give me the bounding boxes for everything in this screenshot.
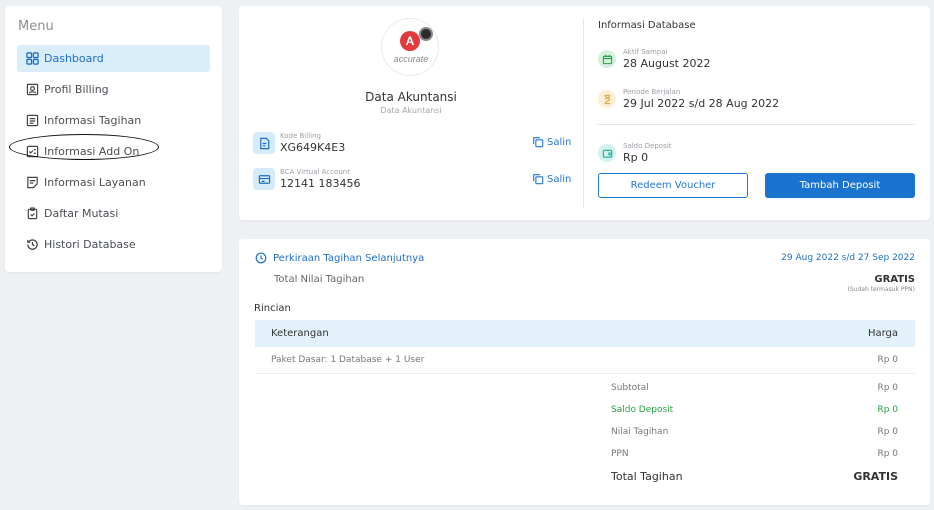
period-row: Periode Berjalan 29 Jul 2022 s/d 28 Aug … [598, 88, 779, 110]
sidebar-item-label: Daftar Mutasi [44, 207, 119, 220]
details-table-header: Keterangan Harga [255, 320, 915, 347]
database-info-title: Informasi Database [598, 20, 696, 31]
billing-estimate-title: Perkiraan Tagihan Selanjutnya [273, 252, 425, 264]
clipboard-icon [26, 207, 39, 220]
sidebar-item-informasi-add-on[interactable]: Informasi Add On [9, 134, 210, 165]
invoice-icon [26, 114, 39, 127]
menu-title: Menu [18, 19, 54, 34]
summary-total: Total Tagihan GRATIS [611, 470, 898, 483]
sidebar-item-label: Dashboard [44, 52, 104, 65]
billing-code-row: Kode Billing XG649K4E3 [253, 132, 345, 154]
calendar-icon [598, 50, 616, 68]
add-deposit-button[interactable]: Tambah Deposit [765, 173, 915, 198]
database-subtitle: Data Akuntansi [380, 106, 442, 115]
horizontal-divider [597, 124, 915, 125]
sidebar-item-label: Informasi Add On [44, 145, 140, 158]
sidebar-item-label: Profil Billing [44, 83, 109, 96]
summary-subtotal: Subtotal Rp 0 [611, 383, 898, 393]
sidebar-menu: Menu Dashboard Profil Billing Informasi … [5, 6, 222, 272]
deposit-value: Rp 0 [623, 151, 649, 164]
period-label: Periode Berjalan [623, 88, 681, 96]
active-until-value: 28 August 2022 [623, 57, 711, 70]
copy-icon [533, 174, 544, 185]
billing-estimate-period: 29 Aug 2022 s/d 27 Sep 2022 [781, 253, 915, 263]
wallet-icon [598, 144, 616, 162]
deposit-label: Saldo Deposit [623, 142, 672, 150]
sidebar-item-histori-database[interactable]: Histori Database [17, 231, 210, 258]
billing-code-value: XG649K4E3 [280, 141, 346, 154]
summary-ppn: PPN Rp 0 [611, 449, 898, 459]
addon-checklist-icon [26, 145, 39, 158]
hourglass-icon [598, 90, 616, 108]
card-icon [253, 168, 275, 190]
column-price: Harga [867, 328, 898, 339]
sidebar-item-label: Informasi Layanan [44, 176, 146, 189]
history-icon [26, 238, 39, 251]
details-label: Rincian [254, 303, 291, 314]
total-bill-value: GRATIS [874, 274, 915, 285]
column-description: Keterangan [271, 328, 329, 339]
accurate-logo: A accurate [381, 18, 439, 76]
row-description: Paket Dasar: 1 Database + 1 User [271, 355, 425, 365]
copy-va-button[interactable]: Salin [532, 173, 571, 185]
table-row: Paket Dasar: 1 Database + 1 User Rp 0 [255, 347, 915, 374]
va-label: BCA Virtual Account [280, 168, 350, 176]
billing-estimate-card: Perkiraan Tagihan Selanjutnya 29 Aug 202… [239, 239, 930, 505]
billing-code-label: Kode Billing [280, 132, 321, 140]
dashboard-icon [26, 52, 39, 65]
sidebar-item-label: Histori Database [44, 238, 136, 251]
summary-bill-value: Nilai Tagihan Rp 0 [611, 427, 898, 437]
billing-code-icon [253, 132, 275, 154]
database-name: Data Akuntansi [365, 90, 457, 104]
sidebar-item-label: Informasi Tagihan [44, 114, 142, 127]
logo-mark: A [400, 31, 420, 51]
vertical-divider [583, 18, 584, 208]
copy-icon [533, 137, 544, 148]
redeem-voucher-button[interactable]: Redeem Voucher [598, 173, 748, 198]
total-bill-note: (Sudah termasuk PPN) [847, 286, 915, 293]
sidebar-item-dashboard[interactable]: Dashboard [17, 45, 210, 72]
logo-badge-icon [419, 27, 433, 41]
active-until-row: Aktif Sampai 28 August 2022 [598, 48, 710, 70]
virtual-account-row: BCA Virtual Account 12141 183456 [253, 168, 360, 190]
total-bill-label: Total Nilai Tagihan [274, 274, 365, 285]
profile-card-icon [26, 83, 39, 96]
active-until-label: Aktif Sampai [623, 48, 668, 56]
sidebar-item-informasi-tagihan[interactable]: Informasi Tagihan [17, 107, 210, 134]
deposit-row: Saldo Deposit Rp 0 [598, 142, 671, 164]
copy-billing-code-button[interactable]: Salin [532, 136, 571, 148]
account-info-card: A accurate Data Akuntansi Data Akuntansi… [239, 6, 930, 220]
sidebar-item-daftar-mutasi[interactable]: Daftar Mutasi [17, 200, 210, 227]
period-value: 29 Jul 2022 s/d 28 Aug 2022 [623, 97, 780, 110]
sidebar-item-profil-billing[interactable]: Profil Billing [17, 76, 210, 103]
va-value: 12141 183456 [280, 177, 361, 190]
service-doc-icon [26, 176, 39, 189]
row-price: Rp 0 [877, 355, 898, 365]
clock-icon [255, 252, 267, 264]
sidebar-item-informasi-layanan[interactable]: Informasi Layanan [17, 169, 210, 196]
billing-estimate-header: Perkiraan Tagihan Selanjutnya [255, 252, 424, 264]
summary-deposit: Saldo Deposit Rp 0 [611, 405, 898, 415]
logo-text: accurate [393, 54, 429, 64]
